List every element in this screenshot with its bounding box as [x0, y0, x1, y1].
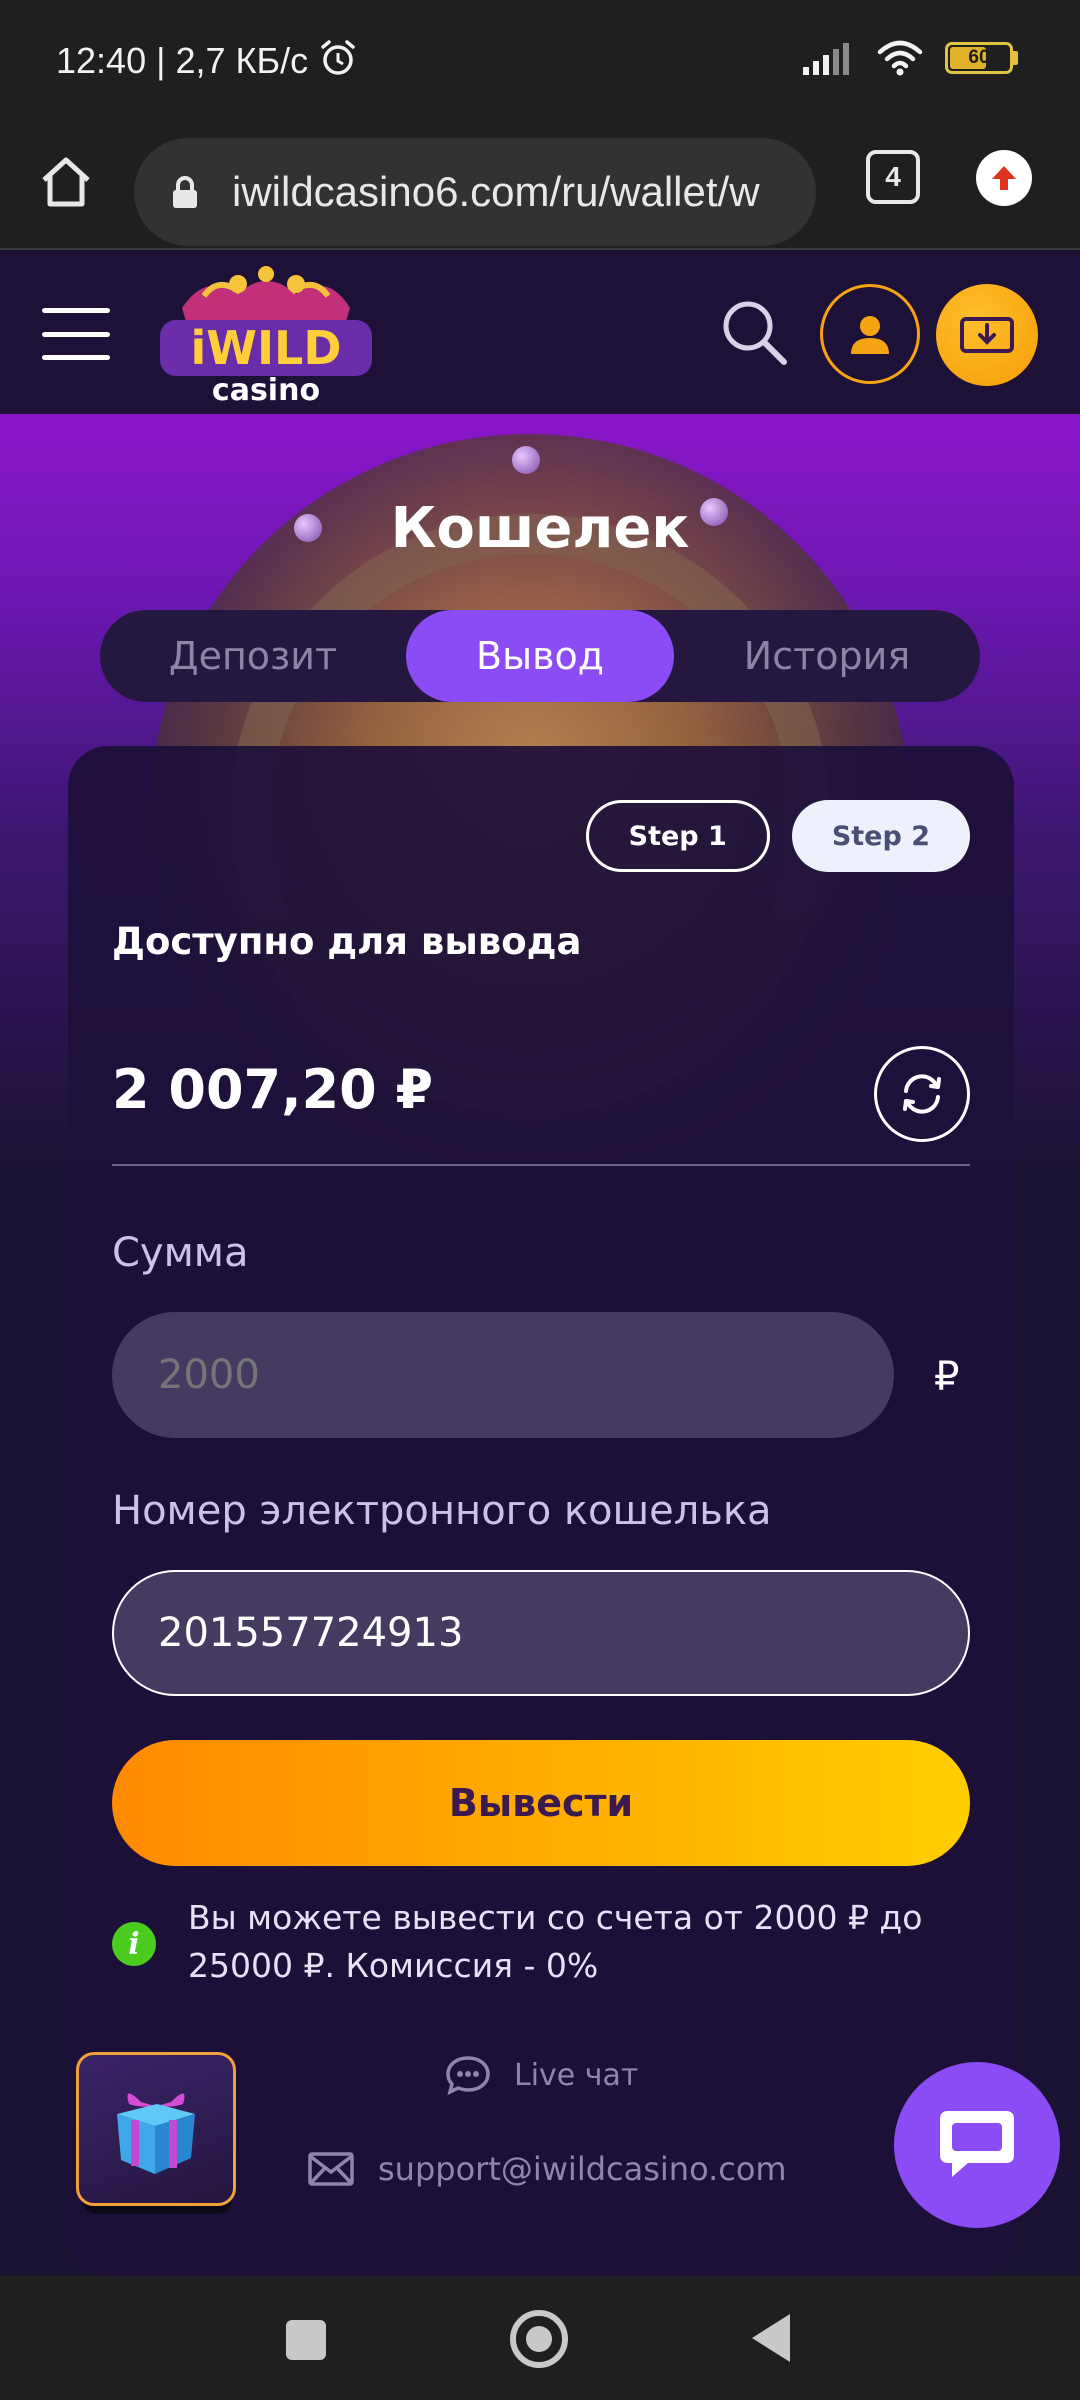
- bonus-gift-button[interactable]: [76, 2052, 236, 2206]
- cash-icon: [960, 317, 1014, 353]
- alarm-icon: [321, 40, 355, 75]
- chat-icon: [940, 2111, 1014, 2177]
- support-email: support@iwildcasino.com: [378, 2150, 787, 2188]
- recent-apps-icon[interactable]: [286, 2320, 326, 2360]
- mail-icon: [308, 2152, 354, 2186]
- lock-icon: [173, 176, 197, 208]
- logo-text-casino: casino: [212, 373, 320, 406]
- withdraw-limits-info: Вы можете вывести со счета от 2000 ₽ до …: [188, 1898, 923, 1985]
- amount-label: Сумма: [112, 1230, 249, 1276]
- available-balance: 2 007,20 ₽: [112, 1058, 434, 1121]
- divider: [112, 1164, 970, 1166]
- menu-icon[interactable]: [42, 308, 110, 360]
- info-icon: i: [112, 1922, 156, 1966]
- wallet-tabs: Депозит Вывод История: [100, 610, 980, 702]
- currency-symbol: ₽: [934, 1354, 960, 1400]
- update-button[interactable]: [976, 150, 1032, 206]
- wallet-button[interactable]: [936, 284, 1038, 386]
- refresh-icon: [903, 1074, 941, 1114]
- iwild-casino-logo[interactable]: iWILD casino: [146, 266, 386, 406]
- page-title: Кошелек: [390, 496, 690, 561]
- step-2-button[interactable]: Step 2: [791, 800, 970, 872]
- user-icon: [851, 316, 889, 354]
- withdraw-card: Step 1 Step 2 Доступно для вывода 2 007,…: [68, 746, 1014, 2276]
- support-email-link[interactable]: support@iwildcasino.com: [308, 2150, 787, 2188]
- battery-level: 60: [968, 47, 990, 68]
- site-header: iWILD casino: [0, 252, 1080, 414]
- gift-icon: [117, 2093, 195, 2174]
- live-chat-label: Live чат: [514, 2057, 639, 2093]
- withdraw-button[interactable]: Вывести: [112, 1740, 970, 1866]
- wallet-number-input[interactable]: [112, 1570, 970, 1696]
- chat-support-button[interactable]: [894, 2062, 1060, 2228]
- status-bar: 12:40 | 2,7 КБ/с 60: [0, 0, 1080, 120]
- live-chat-link[interactable]: Live чат: [444, 2054, 638, 2096]
- step-1-button[interactable]: Step 1: [585, 800, 770, 872]
- logo-text-iwild: iWILD: [190, 321, 341, 375]
- amount-input[interactable]: [112, 1312, 894, 1438]
- available-label: Доступно для вывода: [112, 920, 582, 963]
- signal-icon: [803, 43, 849, 75]
- tab-deposit[interactable]: Депозит: [100, 610, 406, 702]
- browser-toolbar: iwildcasino6.com/ru/wallet/w 4: [0, 120, 1080, 250]
- battery-icon: 60: [945, 42, 1013, 74]
- refresh-balance-button[interactable]: [874, 1046, 970, 1142]
- url-bar[interactable]: iwildcasino6.com/ru/wallet/w: [134, 138, 816, 246]
- home-icon[interactable]: [36, 152, 96, 212]
- back-icon[interactable]: [752, 2314, 790, 2362]
- search-icon[interactable]: [718, 296, 790, 368]
- home-nav-icon[interactable]: [510, 2310, 568, 2368]
- chat-bubble-icon: [446, 2056, 490, 2096]
- system-navigation-bar: [0, 2276, 1080, 2400]
- wifi-icon: [877, 40, 923, 76]
- url-text: iwildcasino6.com/ru/wallet/w: [232, 168, 760, 215]
- tab-switcher-button[interactable]: 4: [866, 150, 920, 204]
- wallet-number-label: Номер электронного кошелька: [112, 1488, 772, 1534]
- status-time-speed: 12:40 | 2,7 КБ/с: [56, 40, 309, 81]
- arrow-up-icon: [992, 166, 1016, 190]
- vault-bolt: [512, 446, 540, 474]
- profile-button[interactable]: [820, 284, 920, 384]
- tab-withdraw[interactable]: Вывод: [406, 610, 674, 702]
- tab-history[interactable]: История: [674, 610, 980, 702]
- step-indicator: Step 1 Step 2: [585, 800, 970, 872]
